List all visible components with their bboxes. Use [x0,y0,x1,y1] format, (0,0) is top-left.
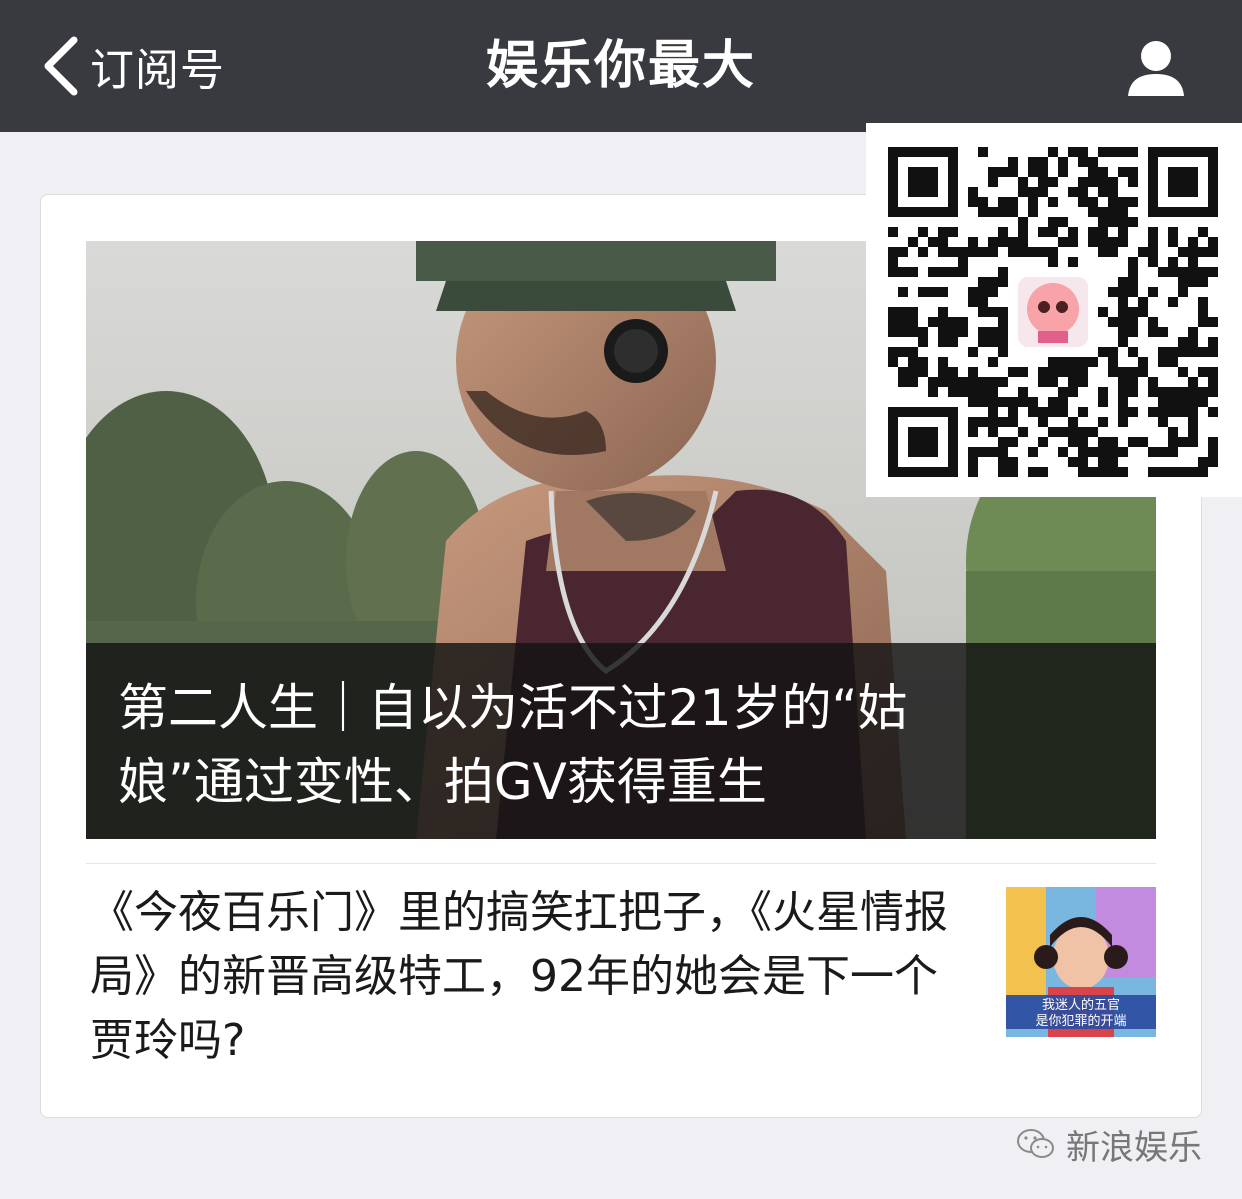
article-title: 《今夜百乐门》里的搞笑扛把子，《火星情报局》的新晋高级特工，92年的她会是下一个… [90,887,948,1066]
watermark-text: 新浪娱乐 [1066,1127,1202,1168]
top-navbar: 订阅号 娱乐你最大 [0,0,1242,132]
qr-code-icon [888,147,1218,477]
person-icon[interactable] [1126,38,1186,98]
source-watermark: 新浪娱乐 [1016,1124,1202,1168]
qr-code-panel [866,123,1242,497]
thumbnail-caption-1: 我迷人的五官 [1042,997,1120,1013]
divider [86,863,1156,864]
article-thumbnail: 我迷人的五官 是你犯罪的开端 [1006,887,1156,1037]
hero-article-title: 第二人生｜自以为活不过21岁的“姑娘”通过变性、拍GV获得重生 [118,679,908,811]
thumbnail-image: 我迷人的五官 是你犯罪的开端 [1006,887,1156,1037]
hero-caption: 第二人生｜自以为活不过21岁的“姑娘”通过变性、拍GV获得重生 [86,643,1156,839]
thumbnail-caption-2: 是你犯罪的开端 [1035,1013,1126,1029]
page-title: 娱乐你最大 [485,36,756,96]
wechat-icon [1017,1129,1054,1158]
page: 订阅号 娱乐你最大 第二人生｜自以为活不过21岁的“姑娘”通过变性、拍GV获得重… [0,0,1242,1199]
list-item-article[interactable]: 《今夜百乐门》里的搞笑扛把子，《火星情报局》的新晋高级特工，92年的她会是下一个… [86,875,1156,1085]
